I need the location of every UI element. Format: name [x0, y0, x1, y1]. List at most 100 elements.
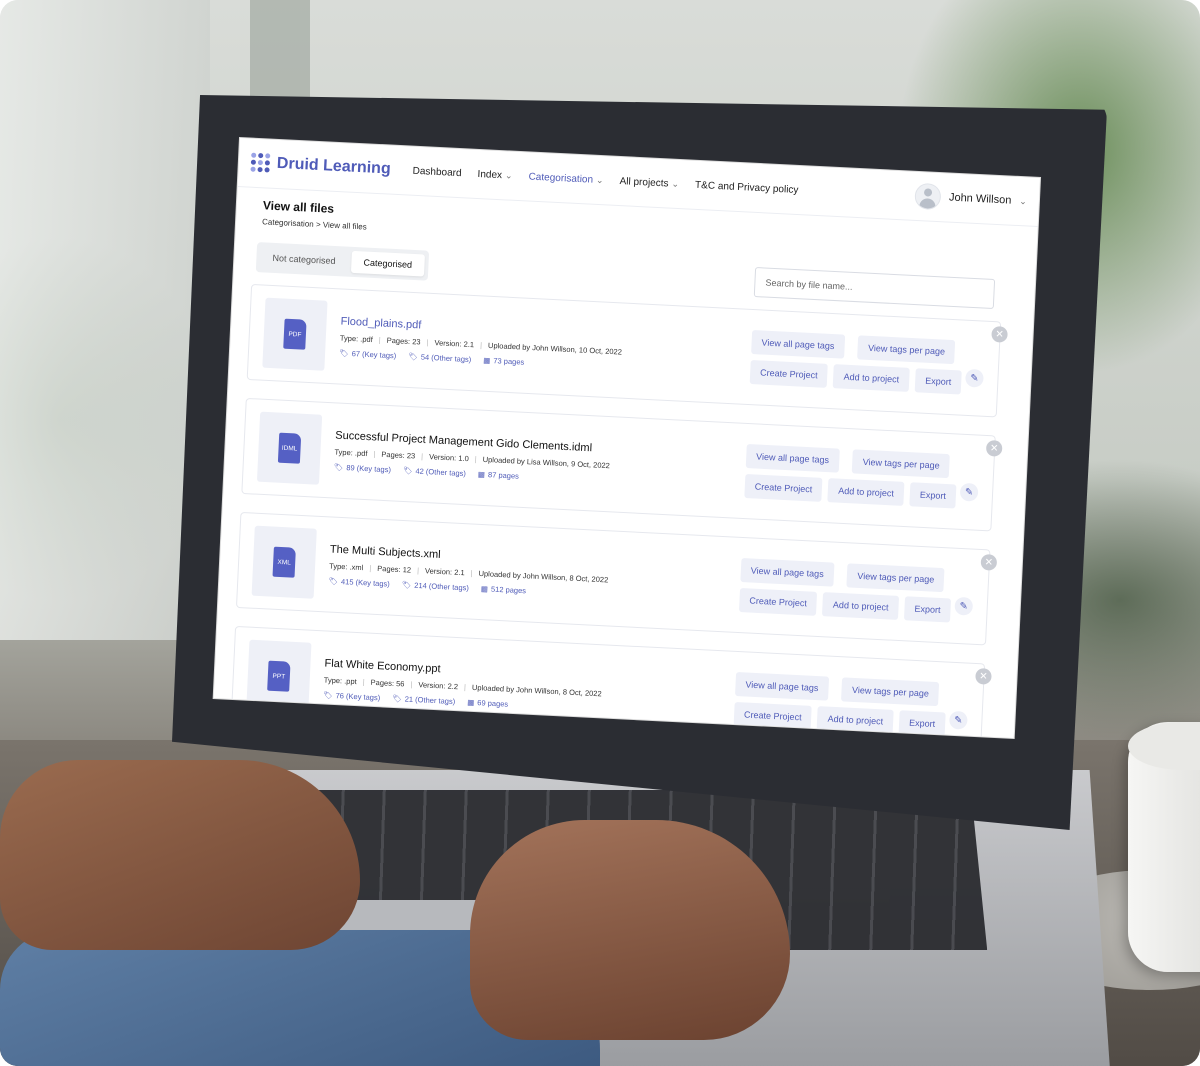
tag-icon: 🏷	[338, 348, 349, 358]
chevron-down-icon: ⌄	[595, 174, 604, 185]
laptop-screen: Druid Learning Dashboard Index ⌄ Categori…	[213, 138, 1040, 738]
file-uploaded: Uploaded by John Willson, 8 Oct, 2022	[471, 682, 602, 699]
create-project-button[interactable]: Create Project	[744, 473, 823, 502]
chevron-down-icon: ⌄	[671, 178, 680, 189]
file-type: Type: .pdf	[339, 333, 374, 345]
chevron-down-icon: ⌄	[504, 169, 513, 181]
file-type: Type: .ppt	[323, 675, 357, 687]
other-tags[interactable]: 🏷 214 (Other tags)	[402, 580, 470, 592]
other-tags[interactable]: 🏷 21 (Other tags)	[392, 694, 455, 706]
chevron-down-icon: ⌄	[1019, 195, 1028, 206]
file-info: Successful Project Management Gido Cleme…	[334, 429, 747, 492]
key-tags[interactable]: 🏷 76 (Key tags)	[323, 690, 381, 702]
divider: |	[426, 337, 429, 347]
divider: |	[410, 679, 413, 689]
divider: |	[463, 682, 467, 692]
tag-icon: 🏷	[322, 690, 333, 700]
page-count[interactable]: ▦ 87 pages	[478, 470, 519, 481]
divider: |	[369, 563, 372, 573]
nav-index[interactable]: Index ⌄	[477, 168, 513, 181]
nav-dashboard[interactable]: Dashboard	[412, 165, 461, 178]
file-pages: Pages: 23	[386, 335, 421, 347]
page-count[interactable]: ▦ 512 pages	[481, 584, 527, 595]
export-button[interactable]: Export	[914, 368, 962, 395]
divider: |	[373, 449, 376, 459]
close-icon[interactable]: ✕	[980, 553, 998, 571]
logo-icon	[250, 152, 271, 174]
pages-icon: ▦	[483, 355, 491, 366]
left-hand	[0, 760, 360, 950]
file-type: Type: .pdf	[334, 447, 368, 459]
add-to-project-button[interactable]: Add to project	[822, 592, 900, 620]
filter-categorised[interactable]: Categorised	[350, 250, 425, 277]
nav-categorisation[interactable]: Categorisation ⌄	[528, 171, 604, 186]
add-to-project-button[interactable]: Add to project	[833, 364, 910, 392]
file-version: Version: 1.0	[428, 452, 469, 464]
key-tags[interactable]: 🏷 67 (Key tags)	[339, 348, 397, 360]
divider: |	[479, 340, 483, 350]
file-type: Type: .xml	[328, 561, 364, 573]
edit-pencil-icon[interactable]: ✎	[954, 596, 974, 616]
file-uploaded: Uploaded by Lisa Willson, 9 Oct, 2022	[482, 454, 611, 471]
add-to-project-button[interactable]: Add to project	[827, 478, 905, 506]
page-count[interactable]: ▦ 73 pages	[483, 356, 524, 367]
view-all-page-tags-button[interactable]: View all page tags	[750, 329, 845, 359]
tag-icon: 🏷	[328, 576, 339, 586]
other-tags[interactable]: 🏷 54 (Other tags)	[408, 352, 471, 364]
view-all-page-tags-button[interactable]: View all page tags	[745, 443, 840, 473]
brand-name: Druid Learning	[276, 154, 392, 178]
edit-pencil-icon[interactable]: ✎	[965, 368, 984, 388]
file-pages: Pages: 23	[381, 449, 416, 461]
key-tags[interactable]: 🏷 415 (Key tags)	[328, 576, 390, 588]
file-list: PDF Flood_plains.pdf Type: .pdf | Pages: …	[214, 271, 1034, 738]
filter-not-categorised[interactable]: Not categorised	[260, 246, 348, 272]
create-project-button[interactable]: Create Project	[749, 359, 829, 388]
close-icon[interactable]: ✕	[991, 325, 1008, 343]
edit-pencil-icon[interactable]: ✎	[948, 710, 968, 730]
nav-dashboard-label: Dashboard	[412, 165, 462, 179]
file-icon: IDML	[277, 432, 302, 464]
view-tags-per-page-button[interactable]: View tags per page	[841, 677, 940, 707]
export-button[interactable]: Export	[898, 710, 946, 737]
view-tags-per-page-button[interactable]: View tags per page	[857, 335, 956, 365]
other-tags[interactable]: 🏷 42 (Other tags)	[403, 466, 466, 478]
brand-logo[interactable]: Druid Learning	[250, 152, 392, 180]
nav-all-projects[interactable]: All projects ⌄	[619, 176, 679, 190]
page-count[interactable]: ▦ 69 pages	[467, 698, 508, 709]
tag-icon: 🏷	[333, 462, 344, 472]
user-name: John Willson	[948, 191, 1012, 207]
file-card: XML The Multi Subjects.xml Type: .xml | P…	[235, 511, 998, 646]
view-tags-per-page-button[interactable]: View tags per page	[852, 449, 951, 479]
nav-terms-label: T&C and Privacy policy	[694, 179, 799, 196]
nav-index-label: Index	[477, 168, 503, 181]
file-pages: Pages: 56	[370, 677, 405, 689]
file-thumbnail: XML	[251, 525, 317, 599]
pages-icon: ▦	[480, 584, 489, 594]
user-menu[interactable]: John Willson ⌄	[914, 182, 1028, 215]
view-all-page-tags-button[interactable]: View all page tags	[740, 557, 835, 587]
close-icon[interactable]: ✕	[975, 667, 992, 685]
close-icon[interactable]: ✕	[985, 439, 1003, 457]
tag-icon: 🏷	[401, 580, 412, 590]
view-all-page-tags-button[interactable]: View all page tags	[734, 671, 829, 701]
file-icon: PPT	[267, 660, 291, 692]
export-button[interactable]: Export	[909, 482, 957, 509]
file-uploaded: Uploaded by John Willson, 8 Oct, 2022	[478, 568, 609, 585]
window-background	[0, 0, 210, 640]
key-tags[interactable]: 🏷 89 (Key tags)	[334, 462, 392, 474]
divider: |	[416, 565, 420, 575]
nav-terms-privacy[interactable]: T&C and Privacy policy	[695, 179, 799, 195]
file-icon: PDF	[283, 318, 307, 350]
file-pages: Pages: 12	[377, 563, 412, 575]
divider: |	[378, 335, 381, 345]
file-uploaded: Uploaded by John Willson, 10 Oct, 2022	[487, 340, 623, 357]
export-button[interactable]: Export	[903, 596, 952, 623]
file-actions: View all page tags View tags per page Cr…	[749, 329, 964, 395]
nav-all-projects-label: All projects	[619, 175, 669, 189]
file-version: Version: 2.2	[418, 680, 459, 692]
create-project-button[interactable]: Create Project	[738, 587, 818, 616]
edit-pencil-icon[interactable]: ✎	[959, 482, 979, 502]
view-tags-per-page-button[interactable]: View tags per page	[846, 563, 945, 593]
file-version: Version: 2.1	[424, 566, 465, 578]
tag-icon: 🏷	[408, 351, 419, 362]
